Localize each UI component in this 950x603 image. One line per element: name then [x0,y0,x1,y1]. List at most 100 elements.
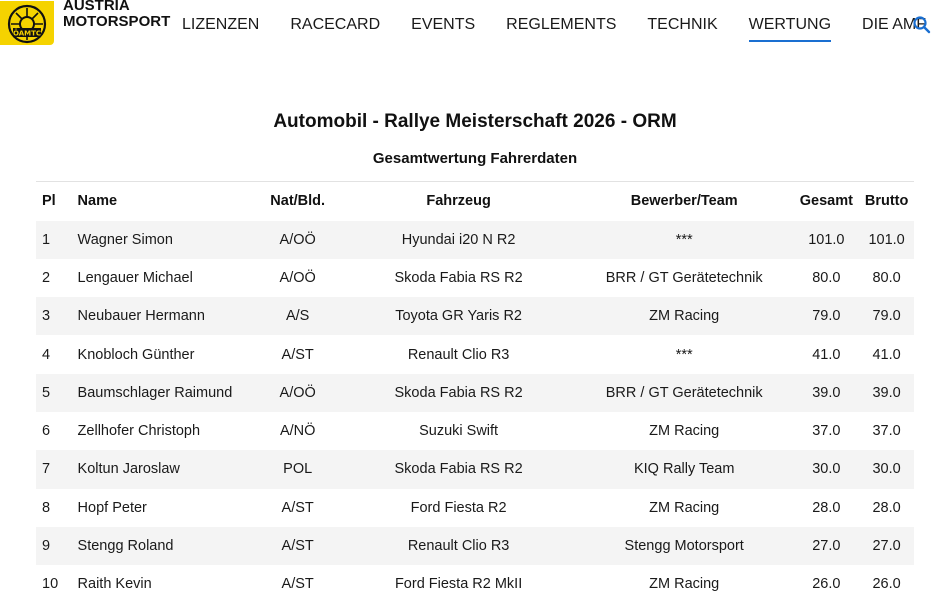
nav-item-events[interactable]: EVENTS [411,16,475,42]
col-header-name: Name [77,193,118,210]
cell-fahrzeug: Suzuki Swift [419,423,499,440]
brand-wordmark[interactable]: AUSTRIA MOTORSPORT [63,0,170,30]
oamtc-badge: ÖAMTC [0,1,54,45]
cell-team: ZM Racing [649,308,720,325]
cell-gesamt: 39.0 [812,384,841,401]
table-row: 10 Raith Kevin A/ST Ford Fiesta R2 MkII ZM R… [36,565,914,603]
cell-fahrzeug: Skoda Fabia RS R2 [394,461,523,478]
col-header-team: Bewerber/Team [630,193,738,210]
cell-nat: A/ST [281,576,314,593]
cell-fahrzeug: Renault Clio R3 [407,346,510,363]
cell-name: Koltun Jaroslaw [77,461,180,478]
cell-fahrzeug: Skoda Fabia RS R2 [394,269,523,286]
cell-team: Stengg Motorsport [624,538,744,555]
cell-nat: A/ST [281,499,314,516]
col-header-fahrzeug: Fahrzeug [426,193,491,210]
cell-team: ZM Racing [649,423,720,440]
cell-nat: A/OÖ [279,384,316,401]
nav-item-technik[interactable]: TECHNIK [647,16,717,42]
cell-name: Baumschlager Raimund [77,384,233,401]
cell-team: ZM Racing [649,499,720,516]
cell-brutto: 80.0 [872,269,901,286]
page-subtitle: Gesamtwertung Fahrerdaten [372,150,578,167]
cell-nat: A/OÖ [279,269,316,286]
cell-brutto: 101.0 [868,231,905,248]
cell-name: Hopf Peter [77,499,147,516]
cell-gesamt: 26.0 [812,576,841,593]
cell-nat: A/ST [281,346,314,363]
cell-team: BRR / GT Gerätetechnik [605,384,763,401]
col-header-pl: Pl [42,193,56,210]
cell-brutto: 37.0 [872,423,901,440]
table-row: 5 Baumschlager Raimund A/OÖ Skoda Fabia RS … [36,373,914,412]
cell-team: KIQ Rally Team [633,461,735,478]
table-row: 8 Hopf Peter A/ST Ford Fiesta R2 ZM Racing 28… [36,489,914,527]
site-header: ÖAMTC AUSTRIA MOTORSPORT LIZENZEN RACECA… [0,0,950,48]
cell-pl: 1 [42,231,51,248]
col-header-gesamt: Gesamt [799,193,853,210]
cell-nat: A/S [285,308,310,325]
table-row: 4 Knobloch Günther A/ST Renault Clio R3 *** 4… [36,335,914,373]
brand-line-1: AUSTRIA [63,0,130,14]
cell-pl: 8 [42,499,51,516]
cell-name: Wagner Simon [77,231,173,248]
cell-pl: 7 [42,461,51,478]
cell-team: *** [675,231,693,248]
cell-brutto: 26.0 [872,576,901,593]
cell-name: Lengauer Michael [77,269,193,286]
brand-line-2: MOTORSPORT [63,13,171,30]
col-header-nat: Nat/Bld. [270,193,326,210]
cell-gesamt: 27.0 [812,538,841,555]
cell-fahrzeug: Ford Fiesta R2 [410,499,507,516]
cell-name: Neubauer Hermann [77,308,205,325]
cell-name: Zellhofer Christoph [77,423,201,440]
cell-gesamt: 80.0 [812,269,841,286]
svg-text:ÖAMTC: ÖAMTC [13,29,41,38]
cell-pl: 3 [42,308,51,325]
cell-gesamt: 30.0 [812,461,841,478]
cell-fahrzeug: Hyundai i20 N R2 [401,231,516,248]
table-row: 6 Zellhofer Christoph A/NÖ Suzuki Swift ZM R… [36,412,914,450]
cell-pl: 10 [42,576,59,593]
cell-fahrzeug: Toyota GR Yaris R2 [395,308,522,325]
cell-brutto: 41.0 [872,346,901,363]
cell-fahrzeug: Renault Clio R3 [407,538,510,555]
cell-team: ZM Racing [649,576,720,593]
nav-item-racecard[interactable]: RACECARD [290,16,380,42]
cell-nat: A/NÖ [279,423,316,440]
nav-item-reglements[interactable]: REGLEMENTS [506,16,616,42]
oamtc-logo[interactable]: ÖAMTC [0,0,56,46]
nav-item-wertung[interactable]: WERTUNG [748,16,832,42]
cell-brutto: 39.0 [872,384,901,401]
cell-team: BRR / GT Gerätetechnik [605,269,763,286]
cell-fahrzeug: Ford Fiesta R2 MkII [394,576,523,593]
cell-pl: 5 [42,384,51,401]
cell-name: Raith Kevin [77,576,152,593]
cell-name: Knobloch Günther [77,346,195,363]
standings-table: Pl Name Nat/Bld. Fahrzeug Bewerber/Team … [36,181,914,603]
cell-gesamt: 101.0 [808,231,845,248]
cell-pl: 4 [42,346,51,363]
cell-brutto: 79.0 [872,308,901,325]
cell-team: *** [675,346,693,363]
cell-name: Stengg Roland [77,538,174,555]
table-row: 9 Stengg Roland A/ST Renault Clio R3 Stengg … [36,526,914,566]
cell-pl: 2 [42,269,51,286]
page-title: Automobil - Rallye Meisterschaft 2026 - … [273,111,677,132]
cell-fahrzeug: Skoda Fabia RS R2 [394,384,523,401]
table-row: 3 Neubauer Hermann A/S Toyota GR Yaris R2 ZM… [36,297,914,336]
table-header-row: Pl Name Nat/Bld. Fahrzeug Bewerber/Team … [36,181,914,221]
cell-nat: A/OÖ [279,231,316,248]
cell-brutto: 30.0 [872,461,901,478]
table-row: 2 Lengauer Michael A/OÖ Skoda Fabia RS R2 BR… [36,259,914,297]
nav-item-lizenzen[interactable]: LIZENZEN [182,16,259,42]
cell-brutto: 27.0 [872,538,901,555]
table-row: 7 Koltun Jaroslaw POL Skoda Fabia RS R2 KIQ … [36,450,914,489]
search-icon[interactable] [912,15,932,35]
cell-nat: A/ST [281,538,314,555]
main-nav: LIZENZEN RACECARD EVENTS REGLEMENTS TECH… [182,16,950,42]
cell-gesamt: 37.0 [812,423,841,440]
cell-pl: 6 [42,423,51,440]
cell-gesamt: 79.0 [812,308,841,325]
cell-pl: 9 [42,538,51,555]
